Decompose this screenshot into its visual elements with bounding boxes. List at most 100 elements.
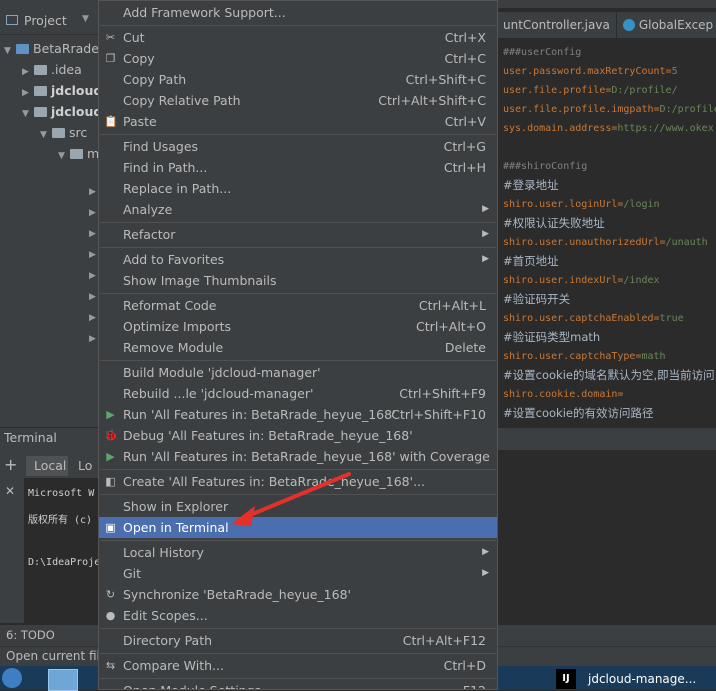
chevron-down-icon[interactable]: ▼	[58, 145, 70, 167]
menu-item-label: Remove Module	[123, 340, 224, 355]
menu-item-show-image-thumbnails[interactable]: Show Image Thumbnails	[99, 270, 497, 291]
todo-tab[interactable]: 6: TODO	[6, 628, 55, 642]
menu-item-paste[interactable]: 📋 Paste Ctrl+V	[99, 111, 497, 132]
menu-icon: ▶	[106, 450, 115, 463]
menu-item-git[interactable]: Git ▶	[99, 563, 497, 584]
menu-icon: ❐	[105, 52, 116, 65]
menu-item-compare-with[interactable]: ⇆ Compare With... Ctrl+D	[99, 655, 497, 676]
menu-item-copy-path[interactable]: Copy Path Ctrl+Shift+C	[99, 69, 497, 90]
project-tool-header[interactable]: Project ▼	[0, 8, 100, 35]
add-icon[interactable]: +	[4, 455, 17, 474]
code-line: #权限认证失败地址	[503, 216, 605, 230]
folder-icon	[16, 44, 29, 54]
menu-item-shortcut: Delete	[444, 340, 486, 355]
code-line: #登录地址	[503, 178, 559, 192]
tree-item[interactable]: ▶ jdcloud	[22, 80, 100, 102]
menu-icon: ◧	[105, 475, 116, 488]
menu-separator	[100, 360, 496, 361]
menu-item-run-all-features-in-betarrade-heyue-168-with-coverage[interactable]: ▶ Run 'All Features in: BetaRrade_heyue_1…	[99, 446, 497, 467]
menu-item-label: Copy	[123, 51, 155, 66]
menu-item-directory-path[interactable]: Directory Path Ctrl+Alt+F12	[99, 630, 497, 651]
editor-content[interactable]: ###userConfig user.password.maxRetryCount…	[497, 38, 716, 423]
terminal-line: 版权所有 (c)	[28, 515, 93, 526]
tree-item[interactable]: ▼ BetaRrade_	[4, 38, 100, 60]
code-line: #首页地址	[503, 254, 559, 268]
menu-item-analyze[interactable]: Analyze ▶	[99, 199, 497, 220]
intellij-icon[interactable]: IJ	[556, 669, 576, 689]
menu-item-add-framework-support[interactable]: Add Framework Support...	[99, 2, 497, 23]
chevron-right-icon[interactable]: ▶	[89, 334, 96, 344]
submenu-arrow-icon: ▶	[482, 568, 489, 578]
submenu-arrow-icon: ▶	[482, 229, 489, 239]
chevron-right-icon[interactable]: ▶	[89, 271, 96, 281]
menu-item-label: Open in Terminal	[123, 520, 229, 535]
folder-icon	[52, 128, 65, 138]
menu-item-edit-scopes[interactable]: ● Edit Scopes...	[99, 605, 497, 626]
menu-item-label: Optimize Imports	[123, 319, 232, 334]
menu-item-shortcut: Ctrl+H	[443, 160, 486, 175]
menu-item-replace-in-path[interactable]: Replace in Path...	[99, 178, 497, 199]
menu-item-copy-relative-path[interactable]: Copy Relative Path Ctrl+Alt+Shift+C	[99, 90, 497, 111]
close-icon[interactable]: ✕	[5, 484, 15, 498]
menu-item-run-all-features-in-betarrade-heyue-168[interactable]: ▶ Run 'All Features in: BetaRrade_heyue_1…	[99, 404, 497, 425]
chevron-down-icon[interactable]: ▼	[82, 14, 89, 24]
submenu-arrow-icon: ▶	[482, 254, 489, 264]
chevron-right-icon[interactable]: ▶	[89, 187, 96, 197]
taskbar-app-thumb[interactable]	[48, 669, 78, 691]
folder-icon	[34, 107, 47, 117]
menu-item-shortcut: Ctrl+Shift+C	[405, 72, 486, 87]
menu-item-rebuild-le-jdcloud-manager[interactable]: Rebuild ...le 'jdcloud-manager' Ctrl+Shif…	[99, 383, 497, 404]
code-line: #验证码类型math	[503, 330, 601, 344]
chevron-down-icon[interactable]: ▼	[40, 124, 52, 146]
windows-start-icon[interactable]	[2, 668, 22, 688]
menu-item-label: Find in Path...	[123, 160, 208, 175]
menu-item-label: Synchronize 'BetaRrade_heyue_168'	[123, 587, 351, 602]
menu-separator	[100, 222, 496, 223]
terminal-tab-local-2[interactable]: Lo	[78, 456, 92, 476]
menu-item-remove-module[interactable]: Remove Module Delete	[99, 337, 497, 358]
editor-tab[interactable]: GlobalExcep	[617, 12, 716, 38]
chevron-right-icon[interactable]: ▶	[89, 229, 96, 239]
folder-icon	[34, 86, 47, 96]
menu-item-label: Add to Favorites	[123, 252, 225, 267]
terminal-side-toolbar: ✕	[0, 478, 24, 623]
chevron-right-icon[interactable]: ▶	[89, 292, 96, 302]
terminal-tab-local[interactable]: Local	[26, 456, 68, 476]
tree-item[interactable]: ▼ m	[58, 143, 99, 165]
menu-item-copy[interactable]: ❐ Copy Ctrl+C	[99, 48, 497, 69]
chevron-down-icon[interactable]: ▼	[4, 40, 16, 62]
editor-tab[interactable]: untController.java	[497, 12, 617, 38]
menu-item-label: Build Module 'jdcloud-manager'	[123, 365, 321, 380]
tree-item-label: src	[69, 125, 88, 140]
chevron-right-icon[interactable]: ▶	[89, 250, 96, 260]
tree-item[interactable]: ▼ jdcloud	[22, 101, 100, 123]
chevron-down-icon[interactable]: ▼	[22, 103, 34, 125]
menu-item-debug-all-features-in-betarrade-heyue-168[interactable]: 🐞 Debug 'All Features in: BetaRrade_heyue…	[99, 425, 497, 446]
menu-item-reformat-code[interactable]: Reformat Code Ctrl+Alt+L	[99, 295, 497, 316]
terminal-output[interactable]: Microsoft W 版权所有 (c) D:\IdeaProje	[24, 478, 104, 623]
menu-item-cut[interactable]: ✂ Cut Ctrl+X	[99, 27, 497, 48]
menu-item-shortcut: Ctrl+D	[443, 658, 486, 673]
menu-item-label: Directory Path	[123, 633, 213, 648]
code-line: ###userConfig	[503, 47, 582, 58]
taskbar-app-label[interactable]: jdcloud-manage...	[588, 672, 696, 686]
menu-item-optimize-imports[interactable]: Optimize Imports Ctrl+Alt+O	[99, 316, 497, 337]
chevron-right-icon[interactable]: ▶	[89, 313, 96, 323]
menu-item-synchronize-betarrade-heyue-168[interactable]: ↻ Synchronize 'BetaRrade_heyue_168'	[99, 584, 497, 605]
menu-item-add-to-favorites[interactable]: Add to Favorites ▶	[99, 249, 497, 270]
tree-item[interactable]: ▶ .idea	[22, 59, 82, 81]
status-text: Open current fil	[6, 649, 100, 663]
menu-item-label: Refactor	[123, 227, 176, 242]
chevron-right-icon[interactable]: ▶	[89, 208, 96, 218]
menu-item-label: Analyze	[123, 202, 173, 217]
tree-item[interactable]: ▼ src	[40, 122, 87, 144]
submenu-arrow-icon: ▶	[482, 204, 489, 214]
menu-item-open-module-settings[interactable]: Open Module Settings F12	[99, 680, 497, 689]
menu-item-local-history[interactable]: Local History ▶	[99, 542, 497, 563]
code-line: user.file.profile.imgpath=D:/profile	[503, 104, 716, 115]
menu-item-find-in-path[interactable]: Find in Path... Ctrl+H	[99, 157, 497, 178]
code-line: user.password.maxRetryCount=5	[503, 66, 678, 77]
menu-item-refactor[interactable]: Refactor ▶	[99, 224, 497, 245]
menu-item-build-module-jdcloud-manager[interactable]: Build Module 'jdcloud-manager'	[99, 362, 497, 383]
menu-item-find-usages[interactable]: Find Usages Ctrl+G	[99, 136, 497, 157]
